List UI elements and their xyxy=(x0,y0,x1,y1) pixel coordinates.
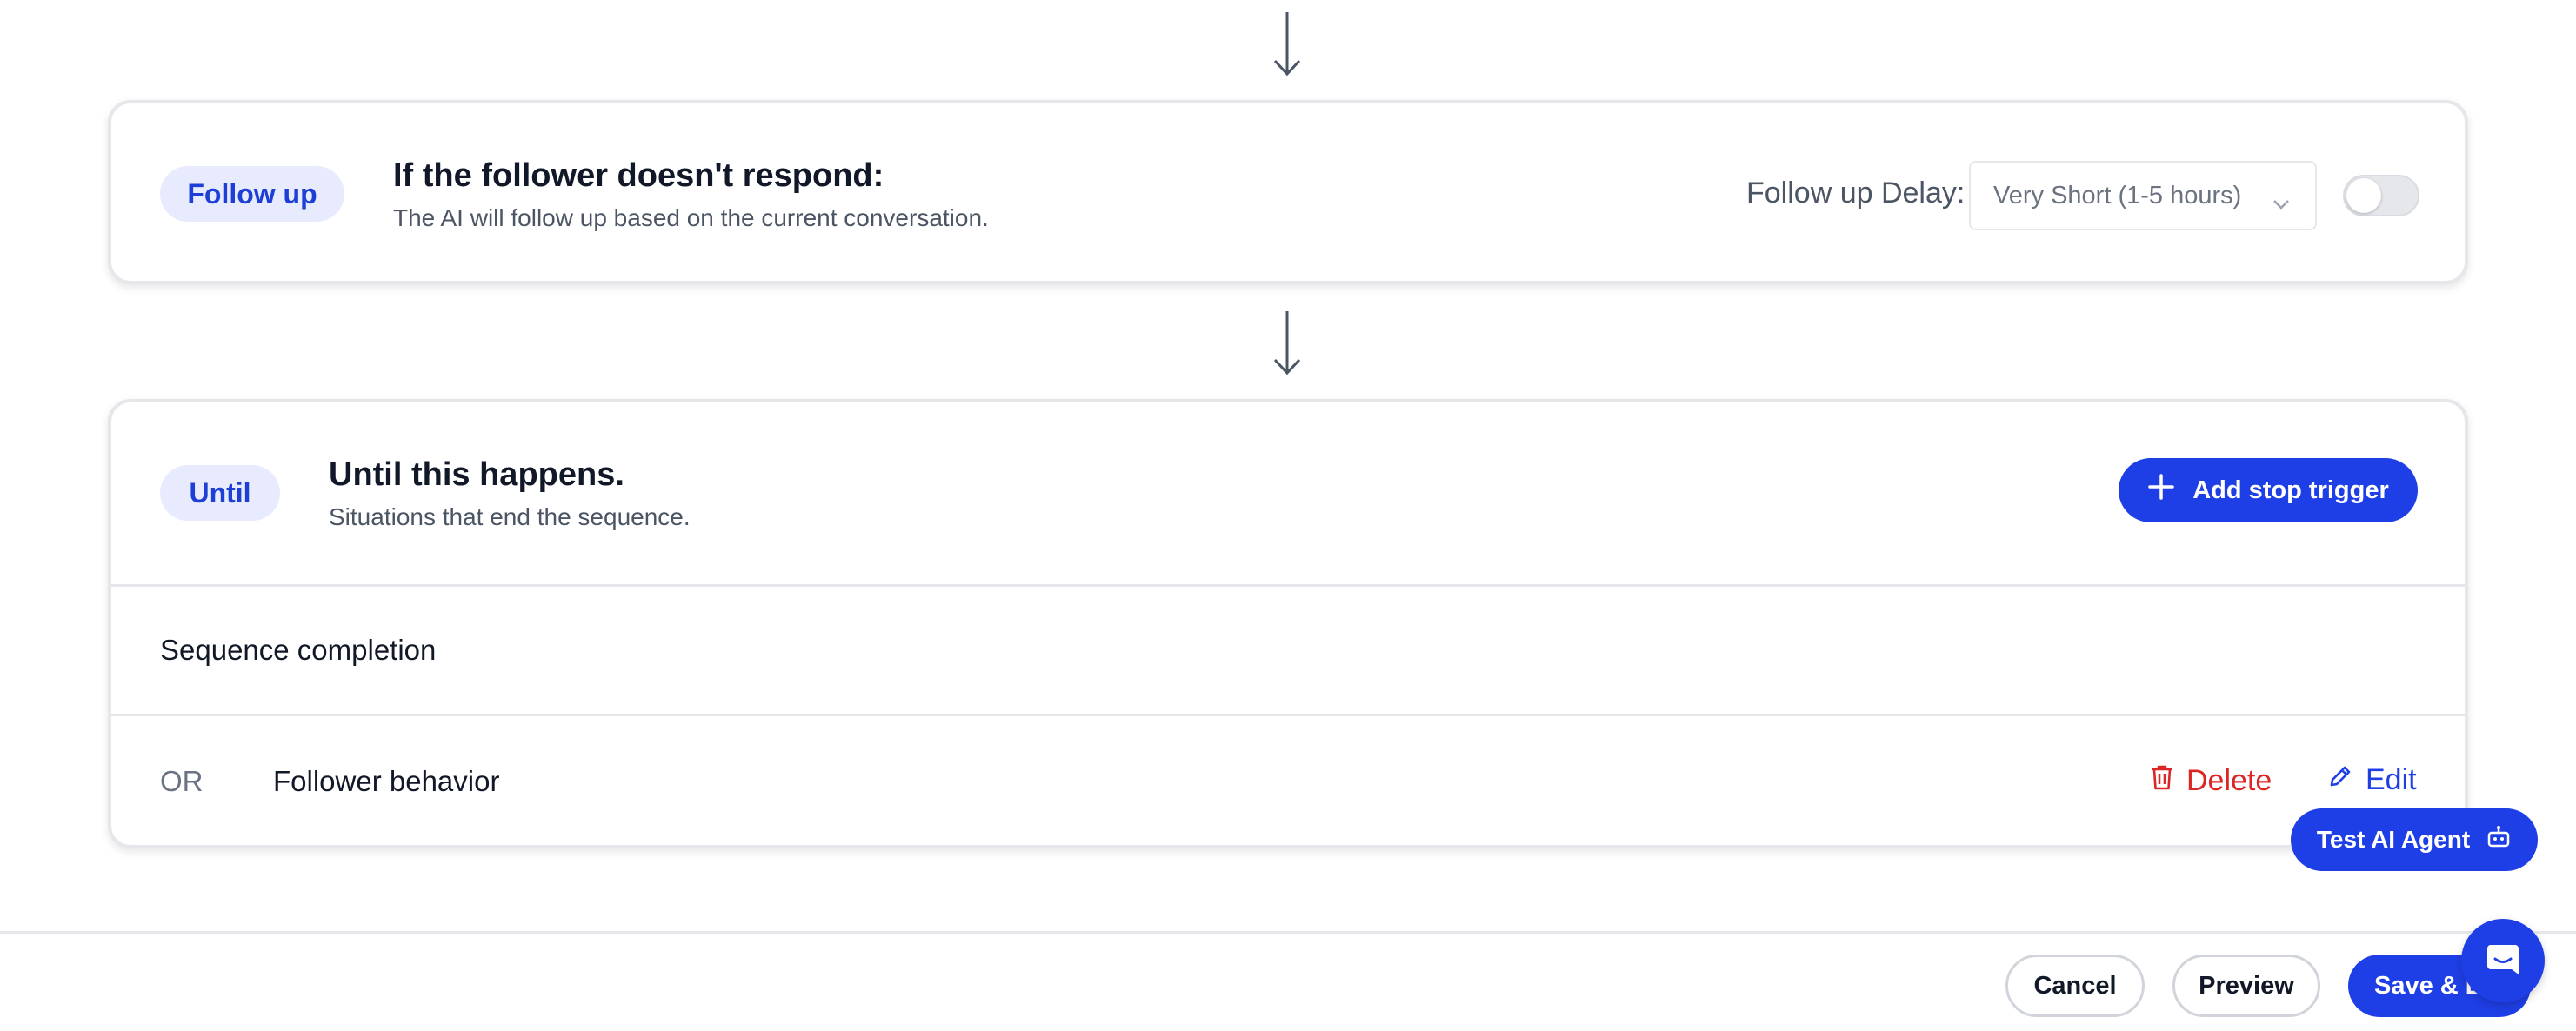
follow-up-delay-select[interactable]: Very Short (1-5 hours) xyxy=(1969,161,2317,230)
preview-button[interactable]: Preview xyxy=(2172,955,2320,1017)
test-ai-agent-label: Test AI Agent xyxy=(2316,826,2471,853)
follow-up-pill: Follow up xyxy=(160,166,344,222)
follow-up-card: Follow up If the follower doesn't respon… xyxy=(108,100,2468,284)
footer-divider xyxy=(0,931,2576,934)
divider xyxy=(111,714,2465,716)
sequence-editor: Follow up If the follower doesn't respon… xyxy=(0,0,2576,1031)
test-ai-agent-button[interactable]: Test AI Agent xyxy=(2291,808,2538,871)
or-label: OR xyxy=(160,765,204,797)
delete-label: Delete xyxy=(2186,764,2272,797)
follow-up-toggle[interactable] xyxy=(2343,175,2419,216)
pencil-icon xyxy=(2327,763,2353,797)
follow-up-description: The AI will follow up based on the curre… xyxy=(393,204,989,231)
follower-behavior-row: Follower behavior xyxy=(273,765,500,797)
follow-up-delay-value: Very Short (1-5 hours) xyxy=(1993,181,2242,210)
add-stop-trigger-button[interactable]: Add stop trigger xyxy=(2119,458,2418,522)
robot-icon xyxy=(2486,824,2512,856)
plus-icon xyxy=(2147,473,2175,508)
edit-label: Edit xyxy=(2366,763,2417,796)
divider xyxy=(111,584,2465,587)
trash-icon xyxy=(2150,763,2174,799)
arrow-down-icon xyxy=(1271,12,1303,76)
toggle-knob xyxy=(2346,178,2381,213)
add-stop-trigger-label: Add stop trigger xyxy=(2192,476,2389,504)
chat-launcher-button[interactable] xyxy=(2461,919,2545,1002)
follow-up-title: If the follower doesn't respond: xyxy=(393,157,884,194)
edit-button[interactable]: Edit xyxy=(2327,763,2417,797)
sequence-completion-row: Sequence completion xyxy=(160,634,437,666)
until-description: Situations that end the sequence. xyxy=(329,503,691,530)
follow-up-delay-label: Follow up Delay: xyxy=(1746,176,1965,210)
until-title: Until this happens. xyxy=(329,456,624,493)
delete-button[interactable]: Delete xyxy=(2150,763,2272,799)
cancel-button[interactable]: Cancel xyxy=(2005,955,2145,1017)
until-card: Until Until this happens. Situations tha… xyxy=(108,399,2468,848)
chevron-down-icon xyxy=(2272,189,2291,217)
chat-icon xyxy=(2484,940,2522,982)
until-pill: Until xyxy=(160,465,280,521)
arrow-down-icon xyxy=(1271,311,1303,376)
